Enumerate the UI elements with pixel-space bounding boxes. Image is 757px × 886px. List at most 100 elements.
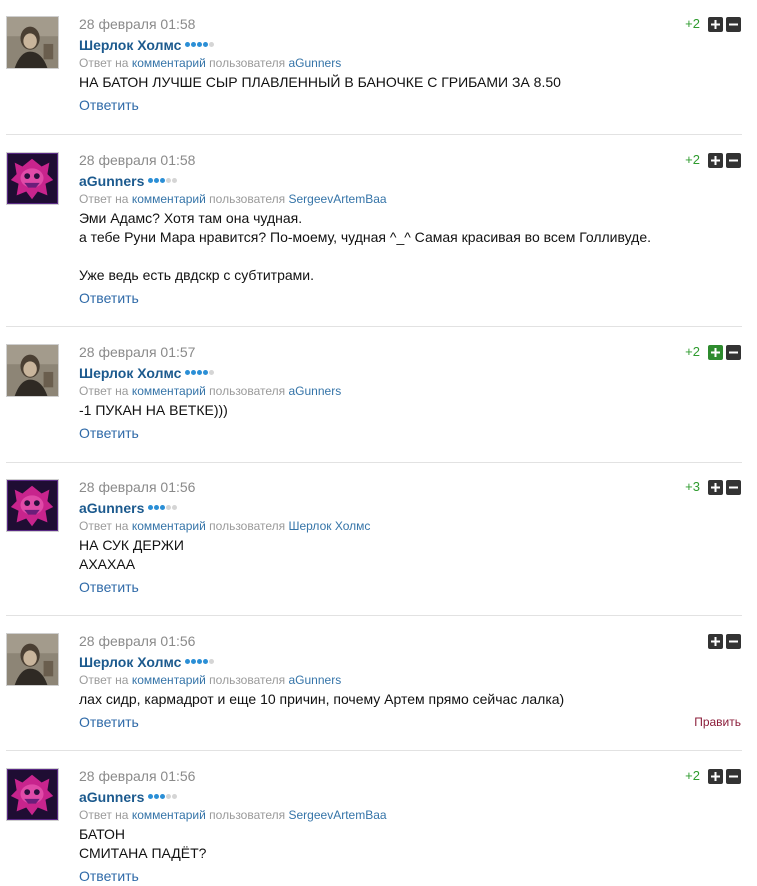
vote-down-button[interactable] [726,16,741,32]
rank-dot [203,42,209,48]
comment-separator [6,750,742,751]
reply-user-link[interactable]: aGunners [289,384,342,398]
rating-score: +2 [685,16,700,31]
rank-dot [185,659,191,665]
rank-indicator [148,505,178,512]
vote-down-button[interactable] [726,479,741,495]
reply-user-link[interactable]: SergeevArtemBaa [289,808,387,822]
comment-line: БАТОН [79,826,126,842]
author-link[interactable]: Шерлок Холмс [79,365,181,381]
reply-to-line: Ответ на комментарий пользователя aGunne… [79,383,741,399]
edit-link[interactable]: Править [694,715,741,729]
rank-dot [209,370,215,376]
avatar-photo[interactable] [6,16,59,69]
rank-dot [191,42,197,48]
author-link[interactable]: aGunners [79,173,144,189]
avatar-pink[interactable] [6,152,59,205]
reply-prefix: Ответ на [79,673,129,687]
reply-user-link[interactable]: Шерлок Холмс [289,519,371,533]
reply-button[interactable]: Ответить [79,424,139,442]
reply-user-prefix: пользователя [209,808,286,822]
comment-text: БАТОН СМИТАНА ПАДЁТ? [79,825,741,863]
reply-to-line: Ответ на комментарий пользователя aGunne… [79,672,741,688]
rank-dot [154,794,160,800]
comment-body: 28 февраля 01:56 Шерлок Холмс Ответ на ком… [79,633,741,732]
rank-dot [203,659,209,665]
reply-button[interactable]: Ответить [79,867,139,885]
author-line: aGunners [79,498,741,518]
author-link[interactable]: Шерлок Холмс [79,37,181,53]
comment-body: 28 февраля 01:57 Шерлок Холмс Ответ на ком… [79,344,741,443]
author-line: aGunners [79,171,741,191]
reply-comment-link[interactable]: комментарий [132,56,206,70]
rank-dot [166,794,172,800]
rank-indicator [185,370,215,377]
reply-button[interactable]: Ответить [79,578,139,596]
reply-to-line: Ответ на комментарий пользователя aGunne… [79,55,741,71]
comment-date: 28 февраля 01:56 [79,633,196,649]
comment-line: лах сидр, кармадрот и еще 10 причин, поч… [79,691,565,707]
avatar-photo[interactable] [6,344,59,397]
reply-to-line: Ответ на комментарий пользователя Шерлок… [79,518,741,534]
comment-separator [6,615,742,616]
reply-prefix: Ответ на [79,808,129,822]
reply-comment-link[interactable]: комментарий [132,519,206,533]
vote-down-button[interactable] [726,152,741,168]
reply-user-link[interactable]: SergeevArtemBaa [289,192,387,206]
rating-controls: +2 [685,16,741,32]
rating-score: +2 [685,768,700,783]
reply-prefix: Ответ на [79,192,129,206]
author-link[interactable]: aGunners [79,789,144,805]
rank-dot [166,178,172,184]
rank-dot [191,659,197,665]
reply-button[interactable]: Ответить [79,289,139,307]
comment-line: НА БАТОН ЛУЧШЕ СЫР ПЛАВЛЕННЫЙ В БАНОЧКЕ … [79,74,561,90]
rank-dot [166,505,172,511]
comment-body: 28 февраля 01:56 aGunners Ответ на коммент… [79,768,741,886]
avatar-pink[interactable] [6,479,59,532]
author-line: Шерлок Холмс [79,652,741,672]
reply-user-link[interactable]: aGunners [289,673,342,687]
reply-button[interactable]: Ответить [79,713,139,731]
reply-comment-link[interactable]: комментарий [132,384,206,398]
reply-to-line: Ответ на комментарий пользователя Sergee… [79,807,741,823]
avatar-photo[interactable] [6,633,59,686]
comment-line: а тебе Руни Мара нравится? По-моему, чуд… [79,229,652,245]
comment-date: 28 февраля 01:58 [79,16,196,32]
vote-down-button[interactable] [726,633,741,649]
reply-comment-link[interactable]: комментарий [132,808,206,822]
avatar-pink[interactable] [6,768,59,821]
vote-down-button[interactable] [726,768,741,784]
reply-comment-link[interactable]: комментарий [132,673,206,687]
rank-indicator [148,178,178,185]
rank-indicator [185,42,215,49]
reply-button[interactable]: Ответить [79,96,139,114]
vote-up-button[interactable] [708,16,723,32]
rating-score: +2 [685,344,700,359]
reply-user-prefix: пользователя [209,192,286,206]
vote-up-button[interactable] [708,633,723,649]
comment-text: лах сидр, кармадрот и еще 10 причин, поч… [79,690,741,709]
rating-controls [700,633,741,649]
reply-prefix: Ответ на [79,56,129,70]
vote-up-button[interactable] [708,152,723,168]
comment-line: АХАХАА [79,556,136,572]
author-link[interactable]: Шерлок Холмс [79,654,181,670]
vote-up-button[interactable] [708,768,723,784]
vote-down-button[interactable] [726,344,741,360]
comment-date: 28 февраля 01:56 [79,768,196,784]
rating-controls: +3 [685,479,741,495]
rank-dot [209,659,215,665]
author-link[interactable]: aGunners [79,500,144,516]
rank-indicator [185,659,215,666]
rank-dot [172,178,178,184]
reply-prefix: Ответ на [79,384,129,398]
reply-comment-link[interactable]: комментарий [132,192,206,206]
vote-up-button[interactable] [708,479,723,495]
rank-dot [203,370,209,376]
reply-user-link[interactable]: aGunners [289,56,342,70]
comment-body: 28 февраля 01:58 aGunners Ответ на коммент… [79,152,741,308]
rank-dot [172,794,178,800]
comment-separator [6,326,742,327]
vote-up-button[interactable] [708,344,723,360]
